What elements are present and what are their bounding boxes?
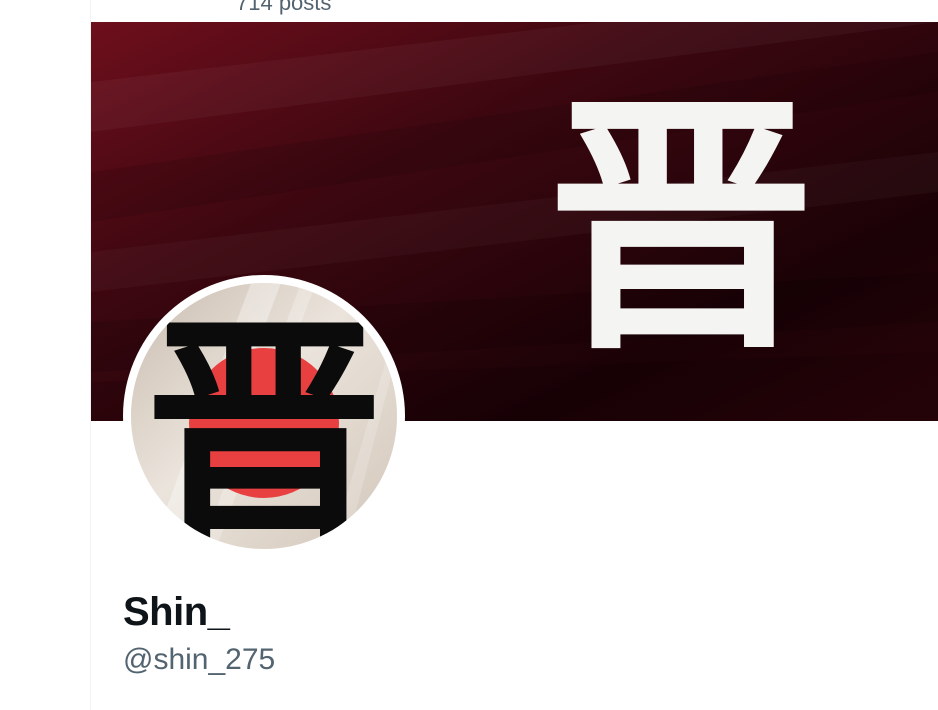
banner-glyph: 晋 [546,71,816,386]
profile-header-bar: 714 posts [91,0,938,22]
avatar-image: 晋 [131,283,397,549]
avatar-frame[interactable]: 晋 [123,275,405,557]
post-count: 714 posts [236,0,332,15]
left-nav-rail [0,0,90,710]
avatar[interactable]: 晋 [131,283,397,549]
avatar-glyph: 晋 [144,295,384,549]
profile-page: 714 posts 晋 晋 Shin_ @shin_275 [0,0,938,710]
user-handle: @shin_275 [123,643,276,676]
display-name: Shin_ [123,590,230,634]
